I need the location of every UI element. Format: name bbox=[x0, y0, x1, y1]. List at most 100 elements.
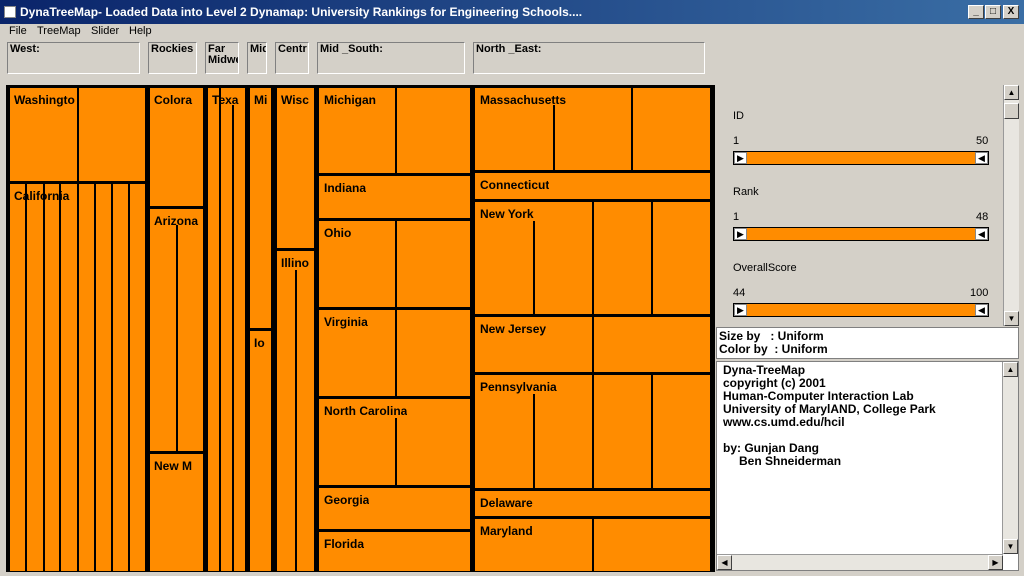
treemap[interactable]: Washingto California Colora Arizona New … bbox=[6, 85, 715, 572]
label-new-jersey: New Jersey bbox=[480, 322, 547, 336]
label-mi: Mi bbox=[254, 93, 268, 107]
divider bbox=[651, 374, 653, 489]
label-washington: Washingto bbox=[14, 93, 75, 107]
region-north-east[interactable]: North _East: bbox=[473, 42, 705, 74]
about-scroll-down-icon[interactable]: ▼ bbox=[1003, 539, 1018, 554]
label-massachusetts: Massachusetts bbox=[480, 93, 567, 107]
label-arizona: Arizona bbox=[154, 214, 199, 228]
cell-delaware[interactable]: Delaware bbox=[474, 490, 711, 517]
region-mid[interactable]: Mid bbox=[247, 42, 267, 74]
divider bbox=[94, 183, 96, 572]
divider bbox=[395, 87, 397, 174]
divider bbox=[592, 518, 594, 572]
scroll-down-icon[interactable]: ▼ bbox=[1004, 311, 1019, 326]
cell-iowa[interactable]: Io bbox=[249, 330, 272, 572]
cell-massachusetts[interactable]: Massachusetts bbox=[474, 87, 711, 171]
about-scroll-up-icon[interactable]: ▲ bbox=[1003, 362, 1018, 377]
slider-panel-scrollbar[interactable]: ▲ ▼ bbox=[1003, 85, 1019, 326]
cell-colorado[interactable]: Colora bbox=[149, 87, 204, 207]
scroll-up-icon[interactable]: ▲ bbox=[1004, 85, 1019, 100]
slider-id-right-handle[interactable]: ◀ bbox=[975, 152, 988, 164]
divider bbox=[59, 183, 61, 572]
divider bbox=[43, 183, 45, 572]
label-pennsylvania: Pennsylvania bbox=[480, 380, 557, 394]
label-north-carolina: North Carolina bbox=[324, 404, 408, 418]
cell-texas[interactable]: Texa bbox=[207, 87, 246, 572]
slider-rank-right-handle[interactable]: ◀ bbox=[975, 228, 988, 240]
divider bbox=[533, 394, 535, 489]
app-icon bbox=[4, 6, 16, 18]
about-scroll-right-icon[interactable]: ▶ bbox=[988, 555, 1003, 570]
slider-id-label: ID bbox=[733, 110, 744, 122]
divider bbox=[592, 316, 594, 373]
region-mid-south[interactable]: Mid _South: bbox=[317, 42, 465, 74]
cell-indiana[interactable]: Indiana bbox=[318, 175, 471, 219]
menu-file[interactable]: File bbox=[9, 25, 27, 37]
cell-georgia[interactable]: Georgia bbox=[318, 487, 471, 530]
size-color-info: Size by : Uniform Color by : Uniform bbox=[716, 327, 1019, 359]
label-illinois: Illino bbox=[281, 256, 309, 270]
slider-id[interactable]: ▶ ◀ bbox=[733, 151, 989, 165]
label-georgia: Georgia bbox=[324, 493, 370, 507]
cell-new-mexico[interactable]: New M bbox=[149, 453, 204, 572]
slider-rank-left-handle[interactable]: ▶ bbox=[734, 228, 747, 240]
cell-mi[interactable]: Mi bbox=[249, 87, 272, 329]
cell-wisconsin[interactable]: Wisc bbox=[276, 87, 315, 249]
label-florida: Florida bbox=[324, 537, 365, 551]
about-scrollbar[interactable]: ▲ ▼ bbox=[1002, 362, 1018, 554]
label-virginia: Virginia bbox=[324, 315, 368, 329]
label-new-mexico: New M bbox=[154, 459, 193, 473]
slider-overallscore-right-handle[interactable]: ◀ bbox=[975, 304, 988, 316]
about-scroll-left-icon[interactable]: ◀ bbox=[717, 555, 732, 570]
divider bbox=[533, 221, 535, 315]
about-hscrollbar[interactable]: ◀ ▶ bbox=[717, 554, 1003, 570]
slider-rank-max: 48 bbox=[976, 211, 989, 223]
minimize-button[interactable]: _ bbox=[968, 5, 984, 19]
divider bbox=[395, 309, 397, 397]
divider bbox=[395, 418, 397, 486]
about-line: Ben Shneiderman bbox=[739, 454, 842, 468]
title-bar: DynaTreeMap- Loaded Data into Level 2 Dy… bbox=[0, 0, 1024, 24]
region-rockies[interactable]: Rockies bbox=[148, 42, 197, 74]
slider-id-max: 50 bbox=[976, 135, 989, 147]
cell-connecticut[interactable]: Connecticut bbox=[474, 172, 711, 200]
divider bbox=[592, 201, 594, 315]
region-west[interactable]: West: bbox=[7, 42, 140, 74]
label-wisconsin: Wisc bbox=[281, 93, 309, 107]
divider bbox=[111, 183, 113, 572]
divider bbox=[232, 105, 234, 572]
label-new-york: New York bbox=[480, 207, 534, 221]
divider bbox=[219, 87, 221, 572]
close-button[interactable]: X bbox=[1003, 5, 1019, 19]
slider-overallscore[interactable]: ▶ ◀ bbox=[733, 303, 989, 317]
slider-overallscore-left-handle[interactable]: ▶ bbox=[734, 304, 747, 316]
slider-id-min: 1 bbox=[733, 135, 740, 147]
maximize-button[interactable]: □ bbox=[985, 5, 1001, 19]
divider bbox=[631, 87, 633, 171]
label-michigan: Michigan bbox=[324, 93, 377, 107]
divider bbox=[128, 183, 130, 572]
divider bbox=[592, 374, 594, 489]
divider bbox=[25, 183, 27, 572]
menu-help[interactable]: Help bbox=[129, 25, 152, 37]
menu-slider[interactable]: Slider bbox=[91, 25, 119, 37]
divider bbox=[553, 105, 555, 171]
divider bbox=[395, 220, 397, 308]
slider-overallscore-min: 44 bbox=[733, 287, 746, 299]
region-central[interactable]: Centr bbox=[275, 42, 309, 74]
region-far-midwest[interactable]: Far Midwe bbox=[205, 42, 239, 74]
about-textarea[interactable]: Dyna-TreeMap copyright (c) 2001 Human-Co… bbox=[716, 361, 1019, 571]
label-ohio: Ohio bbox=[324, 226, 352, 240]
slider-overallscore-max: 100 bbox=[970, 287, 989, 299]
slider-overallscore-label: OverallScore bbox=[733, 262, 797, 274]
cell-florida[interactable]: Florida bbox=[318, 531, 471, 572]
slider-id-left-handle[interactable]: ▶ bbox=[734, 152, 747, 164]
menu-treemap[interactable]: TreeMap bbox=[37, 25, 81, 37]
label-iowa: Io bbox=[254, 336, 265, 350]
divider bbox=[77, 183, 79, 572]
scroll-thumb[interactable] bbox=[1004, 103, 1019, 119]
slider-rank-label: Rank bbox=[733, 186, 759, 198]
color-by-text: Color by : Uniform bbox=[719, 342, 828, 356]
label-colorado: Colora bbox=[154, 93, 193, 107]
slider-rank[interactable]: ▶ ◀ bbox=[733, 227, 989, 241]
